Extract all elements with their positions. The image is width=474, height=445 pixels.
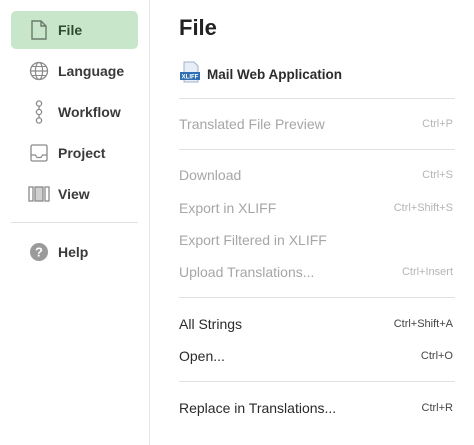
workflow-icon bbox=[28, 100, 50, 124]
menu-item-shortcut: Ctrl+Shift+A bbox=[393, 318, 453, 330]
menu-item-shortcut: Ctrl+Shift+S bbox=[393, 202, 453, 214]
sidebar-item-label: View bbox=[58, 186, 90, 202]
menu-divider bbox=[179, 98, 455, 99]
sidebar: File Language Workflow Project View ? He… bbox=[0, 0, 150, 445]
menu-item-label: Replace in Translations... bbox=[179, 400, 337, 416]
menu-item-export-xliff: Export in XLIFF Ctrl+Shift+S bbox=[179, 196, 453, 220]
menu-item-all-strings[interactable]: All Strings Ctrl+Shift+A bbox=[179, 312, 453, 336]
menu-item-shortcut: Ctrl+O bbox=[420, 350, 453, 362]
sidebar-item-label: Project bbox=[58, 145, 106, 161]
globe-icon bbox=[28, 60, 50, 82]
file-icon bbox=[28, 19, 50, 41]
menu-item-translated-file-preview: Translated File Preview Ctrl+P bbox=[179, 112, 453, 136]
menu-item-shortcut: Ctrl+Insert bbox=[401, 266, 453, 278]
menu-item-download: Download Ctrl+S bbox=[179, 163, 453, 187]
menu-item-label: Export in XLIFF bbox=[179, 200, 277, 216]
help-icon: ? bbox=[28, 241, 50, 263]
sidebar-item-label: Workflow bbox=[58, 104, 121, 120]
inbox-icon bbox=[28, 142, 50, 164]
sidebar-item-view[interactable]: View bbox=[11, 175, 138, 213]
menu-item-upload-translations: Upload Translations... Ctrl+Insert bbox=[179, 260, 453, 284]
menu-item-shortcut: Ctrl+P bbox=[422, 118, 453, 130]
sidebar-item-label: Help bbox=[58, 244, 89, 260]
page-title: File bbox=[179, 15, 217, 40]
menu-item-open[interactable]: Open... Ctrl+O bbox=[179, 344, 453, 368]
svg-text:?: ? bbox=[35, 245, 43, 260]
project-row: XLIFF Mail Web Application bbox=[179, 61, 342, 88]
menu-item-label: Download bbox=[179, 167, 242, 183]
menu-item-shortcut: Ctrl+R bbox=[421, 402, 453, 414]
sidebar-item-project[interactable]: Project bbox=[11, 134, 138, 172]
sidebar-item-label: File bbox=[58, 22, 83, 38]
sidebar-item-help[interactable]: ? Help bbox=[11, 233, 138, 271]
menu-item-label: Export Filtered in XLIFF bbox=[179, 232, 327, 248]
menu-item-export-filtered-xliff: Export Filtered in XLIFF bbox=[179, 228, 453, 252]
xliff-file-icon: XLIFF bbox=[179, 61, 201, 88]
menu-item-label: Open... bbox=[179, 348, 225, 364]
sidebar-item-file[interactable]: File bbox=[11, 11, 138, 49]
menu-item-label: Translated File Preview bbox=[179, 116, 325, 132]
menu-item-label: Upload Translations... bbox=[179, 264, 315, 280]
columns-icon bbox=[28, 183, 50, 205]
xliff-label: XLIFF bbox=[182, 75, 199, 81]
sidebar-divider bbox=[11, 222, 138, 223]
sidebar-item-language[interactable]: Language bbox=[11, 52, 138, 90]
menu-divider bbox=[179, 381, 455, 382]
menu-item-replace-in-translations[interactable]: Replace in Translations... Ctrl+R bbox=[179, 396, 453, 420]
menu-item-shortcut: Ctrl+S bbox=[422, 169, 453, 181]
menu-divider bbox=[179, 297, 455, 298]
sidebar-item-label: Language bbox=[58, 63, 125, 79]
menu-divider bbox=[179, 149, 455, 150]
menu-item-label: All Strings bbox=[179, 316, 243, 332]
file-panel: File XLIFF Mail Web Application Translat… bbox=[150, 0, 474, 445]
project-name: Mail Web Application bbox=[207, 67, 343, 82]
sidebar-item-workflow[interactable]: Workflow bbox=[11, 93, 138, 131]
